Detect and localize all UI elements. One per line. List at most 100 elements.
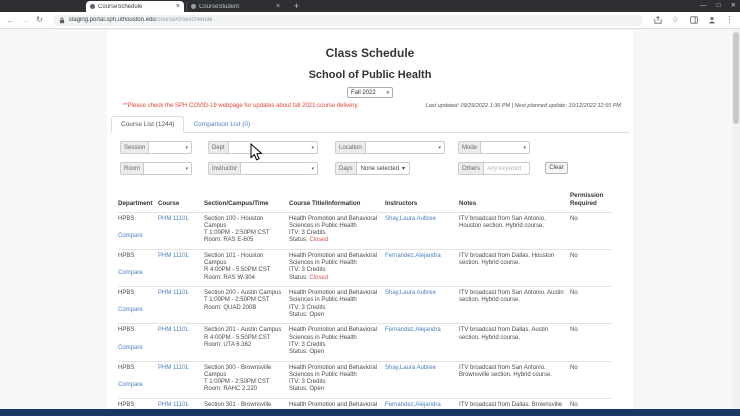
url-domain: staging.portal.sph.uthouston.edu: [68, 17, 156, 23]
column-header: Department: [118, 199, 153, 207]
section-notes: ITV broadcast from Dallas. Brownsville s…: [459, 401, 563, 408]
section-time: R 4:00PM - 5:50PM CST: [204, 334, 271, 341]
mode-label: Mode: [458, 141, 481, 154]
permission-required: No: [570, 327, 578, 334]
department-code: HPBS: [118, 252, 135, 259]
location-select[interactable]: ▾: [364, 141, 445, 154]
chevron-down-icon: ▾: [185, 144, 188, 151]
share-icon[interactable]: [653, 16, 662, 25]
department-code: HPBS: [118, 327, 135, 334]
tab-close-icon[interactable]: ×: [276, 3, 280, 10]
maximize-button[interactable]: □: [717, 2, 721, 10]
instructor-link[interactable]: Shay,Laura Aubree: [385, 216, 436, 222]
section-room: Room: RAHC 2.220: [204, 386, 258, 393]
compare-link[interactable]: Compare: [118, 382, 143, 389]
status-value: Closed: [309, 237, 329, 244]
section-time: R 4:00PM - 5:50PM CST: [204, 267, 271, 274]
address-bar[interactable]: staging.portal.sph.uthouston.edu/course/…: [52, 14, 643, 26]
course-link[interactable]: PHM 1110L: [158, 402, 189, 408]
column-header: Instructors: [385, 199, 418, 207]
dept-filter[interactable]: Dept ▾: [208, 141, 318, 154]
location-label: Location: [335, 141, 365, 154]
side-panel-icon[interactable]: [689, 16, 698, 25]
compare-link[interactable]: Compare: [118, 345, 143, 352]
clear-button[interactable]: Clear: [545, 162, 568, 174]
permission-required: No: [570, 290, 578, 296]
scrollbar-thumb[interactable]: [733, 32, 739, 124]
section-notes: ITV broadcast from Dallas. Houston secti…: [459, 252, 555, 267]
instructor-link[interactable]: Shay,Laura Aubree: [385, 365, 436, 371]
instructor-link[interactable]: Fernandez,Alejandra: [385, 327, 441, 333]
tab-close-icon[interactable]: ×: [176, 3, 180, 10]
compare-link[interactable]: Compare: [118, 233, 143, 240]
term-select[interactable]: Fall 2022 ▾: [347, 87, 393, 98]
last-updated-text: Last updated: 09/29/2022 1:36 PM | Next …: [425, 103, 621, 109]
session-filter[interactable]: Session ▾: [120, 141, 192, 154]
others-filter[interactable]: Others: [458, 162, 530, 175]
days-multiselect-button[interactable]: None selected ▾: [355, 162, 411, 175]
tab-comparison-list[interactable]: Comparison List (0): [184, 117, 259, 132]
vertical-scrollbar[interactable]: [732, 30, 740, 409]
tab-course-list[interactable]: Course List (1244): [111, 116, 185, 133]
minimize-button[interactable]: —: [700, 2, 707, 10]
profile-icon[interactable]: [707, 16, 716, 25]
compare-link[interactable]: Compare: [118, 307, 143, 314]
chevron-down-icon: ▾: [438, 144, 441, 151]
filter-panel: Session ▾ Dept ▾ Location ▾ Mode ▾ Room …: [107, 141, 633, 179]
section-room: Room: UTA 6.362: [204, 341, 252, 348]
course-title: Health Promotion and Behavioral Sciences…: [289, 252, 378, 267]
forward-icon[interactable]: →: [21, 15, 30, 25]
course-table: Department Course Section/Campus/Time Cours…: [118, 189, 612, 409]
covid-notice: **Please check the SPH COVID-19 webpage …: [123, 103, 359, 109]
course-title: Health Promotion and Behavioral Sciences…: [289, 401, 378, 408]
browser-tab-course-student[interactable]: CourseStudent ×: [186, 1, 284, 12]
course-credits: ITV: 3 Credits: [289, 230, 326, 237]
chevron-down-icon: ▾: [523, 144, 526, 151]
instructor-link[interactable]: Fernandez,Alejandra: [385, 253, 441, 259]
column-header: Permission Required: [570, 192, 604, 207]
course-link[interactable]: PHM 1110L: [158, 365, 189, 371]
compare-link[interactable]: Compare: [118, 270, 143, 277]
page-content: Class Schedule School of Public Health F…: [107, 30, 633, 409]
new-tab-button[interactable]: +: [291, 1, 302, 12]
course-status: Status: Open: [289, 386, 325, 393]
course-link[interactable]: PHM 1110L: [158, 253, 189, 259]
location-filter[interactable]: Location ▾: [335, 141, 445, 154]
mode-filter[interactable]: Mode ▾: [458, 141, 530, 154]
course-link[interactable]: PHM 1110L: [158, 290, 189, 296]
browser-tab-course-schedule[interactable]: CourseSchedule ×: [86, 1, 184, 12]
back-icon[interactable]: ←: [6, 15, 15, 25]
column-header: Course Title/Information: [289, 199, 361, 207]
close-button[interactable]: ✕: [731, 2, 736, 10]
dept-select[interactable]: ▾: [227, 141, 318, 154]
course-table-body: HPBS Compare PHM 1110L Section 100 - Hou…: [118, 211, 612, 409]
instructor-filter[interactable]: Instructor ▾: [208, 162, 318, 175]
course-link[interactable]: PHM 1110L: [158, 327, 189, 333]
list-tabs: Course List (1244) Comparison List (0): [111, 116, 629, 133]
days-filter[interactable]: Days None selected ▾: [335, 162, 426, 175]
room-select[interactable]: ▾: [143, 162, 192, 175]
section-room: Room: RAS W-304: [204, 274, 255, 281]
session-select[interactable]: ▾: [148, 141, 192, 154]
course-status: Status: Open: [289, 349, 325, 356]
permission-required: No: [570, 364, 578, 371]
course-title: Health Promotion and Behavioral Sciences…: [289, 327, 378, 341]
course-link[interactable]: PHM 1110L: [158, 216, 189, 222]
instructor-link[interactable]: Fernandez,Alejandra: [385, 402, 441, 408]
mode-select[interactable]: ▾: [480, 141, 530, 154]
section-time: T 1:00PM - 2:50PM CST: [204, 297, 270, 304]
course-title: Health Promotion and Behavioral Sciences…: [289, 215, 378, 229]
bookmark-star-icon[interactable]: ☆: [671, 16, 680, 25]
chevron-down-icon: ▾: [402, 166, 406, 172]
session-label: Session: [120, 141, 149, 154]
section-time: T 1:00PM - 2:50PM CST: [204, 230, 270, 237]
menu-dots-icon[interactable]: ⋮: [725, 16, 734, 25]
room-filter[interactable]: Room ▾: [120, 162, 192, 175]
table-row: HPBS Compare PHM 1110L Section 301 - Bro…: [118, 397, 612, 409]
keyword-input[interactable]: [483, 162, 530, 175]
instructor-link[interactable]: Shay,Laura Aubree: [385, 290, 436, 296]
permission-required: No: [570, 215, 578, 222]
status-value: Open: [309, 311, 325, 318]
reload-icon[interactable]: ↻: [36, 16, 43, 24]
instructor-select[interactable]: ▾: [240, 162, 318, 175]
